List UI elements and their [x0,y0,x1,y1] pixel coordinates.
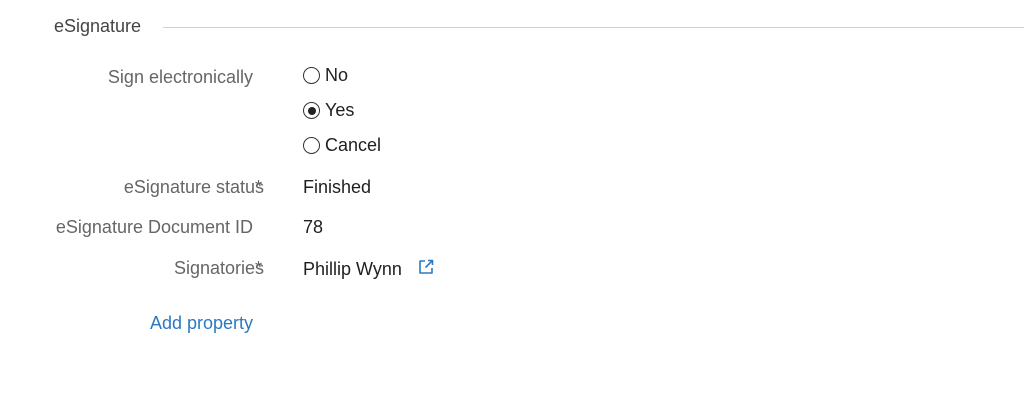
esignature-status-value: Finished [303,177,372,197]
section-divider [163,27,1024,28]
radio-selected-dot [307,106,316,115]
sign-electronically-label: Sign electronically [107,67,253,87]
radio-label-yes: Yes [325,100,355,120]
esignature-document-id-label: eSignature Document ID [55,217,253,237]
required-marker: * [255,258,263,278]
add-property-link[interactable]: Add property [150,313,253,334]
section-title: eSignature [54,16,152,37]
radio-option-no[interactable]: No [303,58,381,93]
radio-option-cancel[interactable]: Cancel [303,128,381,163]
radio-label-no: No [325,65,349,85]
radio-no[interactable] [303,67,320,84]
external-link-icon[interactable] [417,258,435,281]
signatories-label: Signatories [174,258,264,279]
signatory-name: Phillip Wynn [303,259,402,279]
signatories-value: Phillip Wynn [303,258,435,281]
radio-option-yes[interactable]: Yes [303,93,381,128]
section-header: eSignature [0,13,1024,43]
radio-yes[interactable] [303,102,320,119]
esignature-status-label-text: eSignature status [123,177,264,197]
signatories-label-text: Signatories [173,258,264,278]
radio-cancel[interactable] [303,137,320,154]
esignature-document-id-value: 78 [303,217,324,237]
radio-label-cancel: Cancel [325,135,382,155]
esignature-status-label: eSignature status [124,177,264,198]
sign-electronically-radio-group: No Yes Cancel [303,58,381,163]
required-marker: * [255,177,263,197]
